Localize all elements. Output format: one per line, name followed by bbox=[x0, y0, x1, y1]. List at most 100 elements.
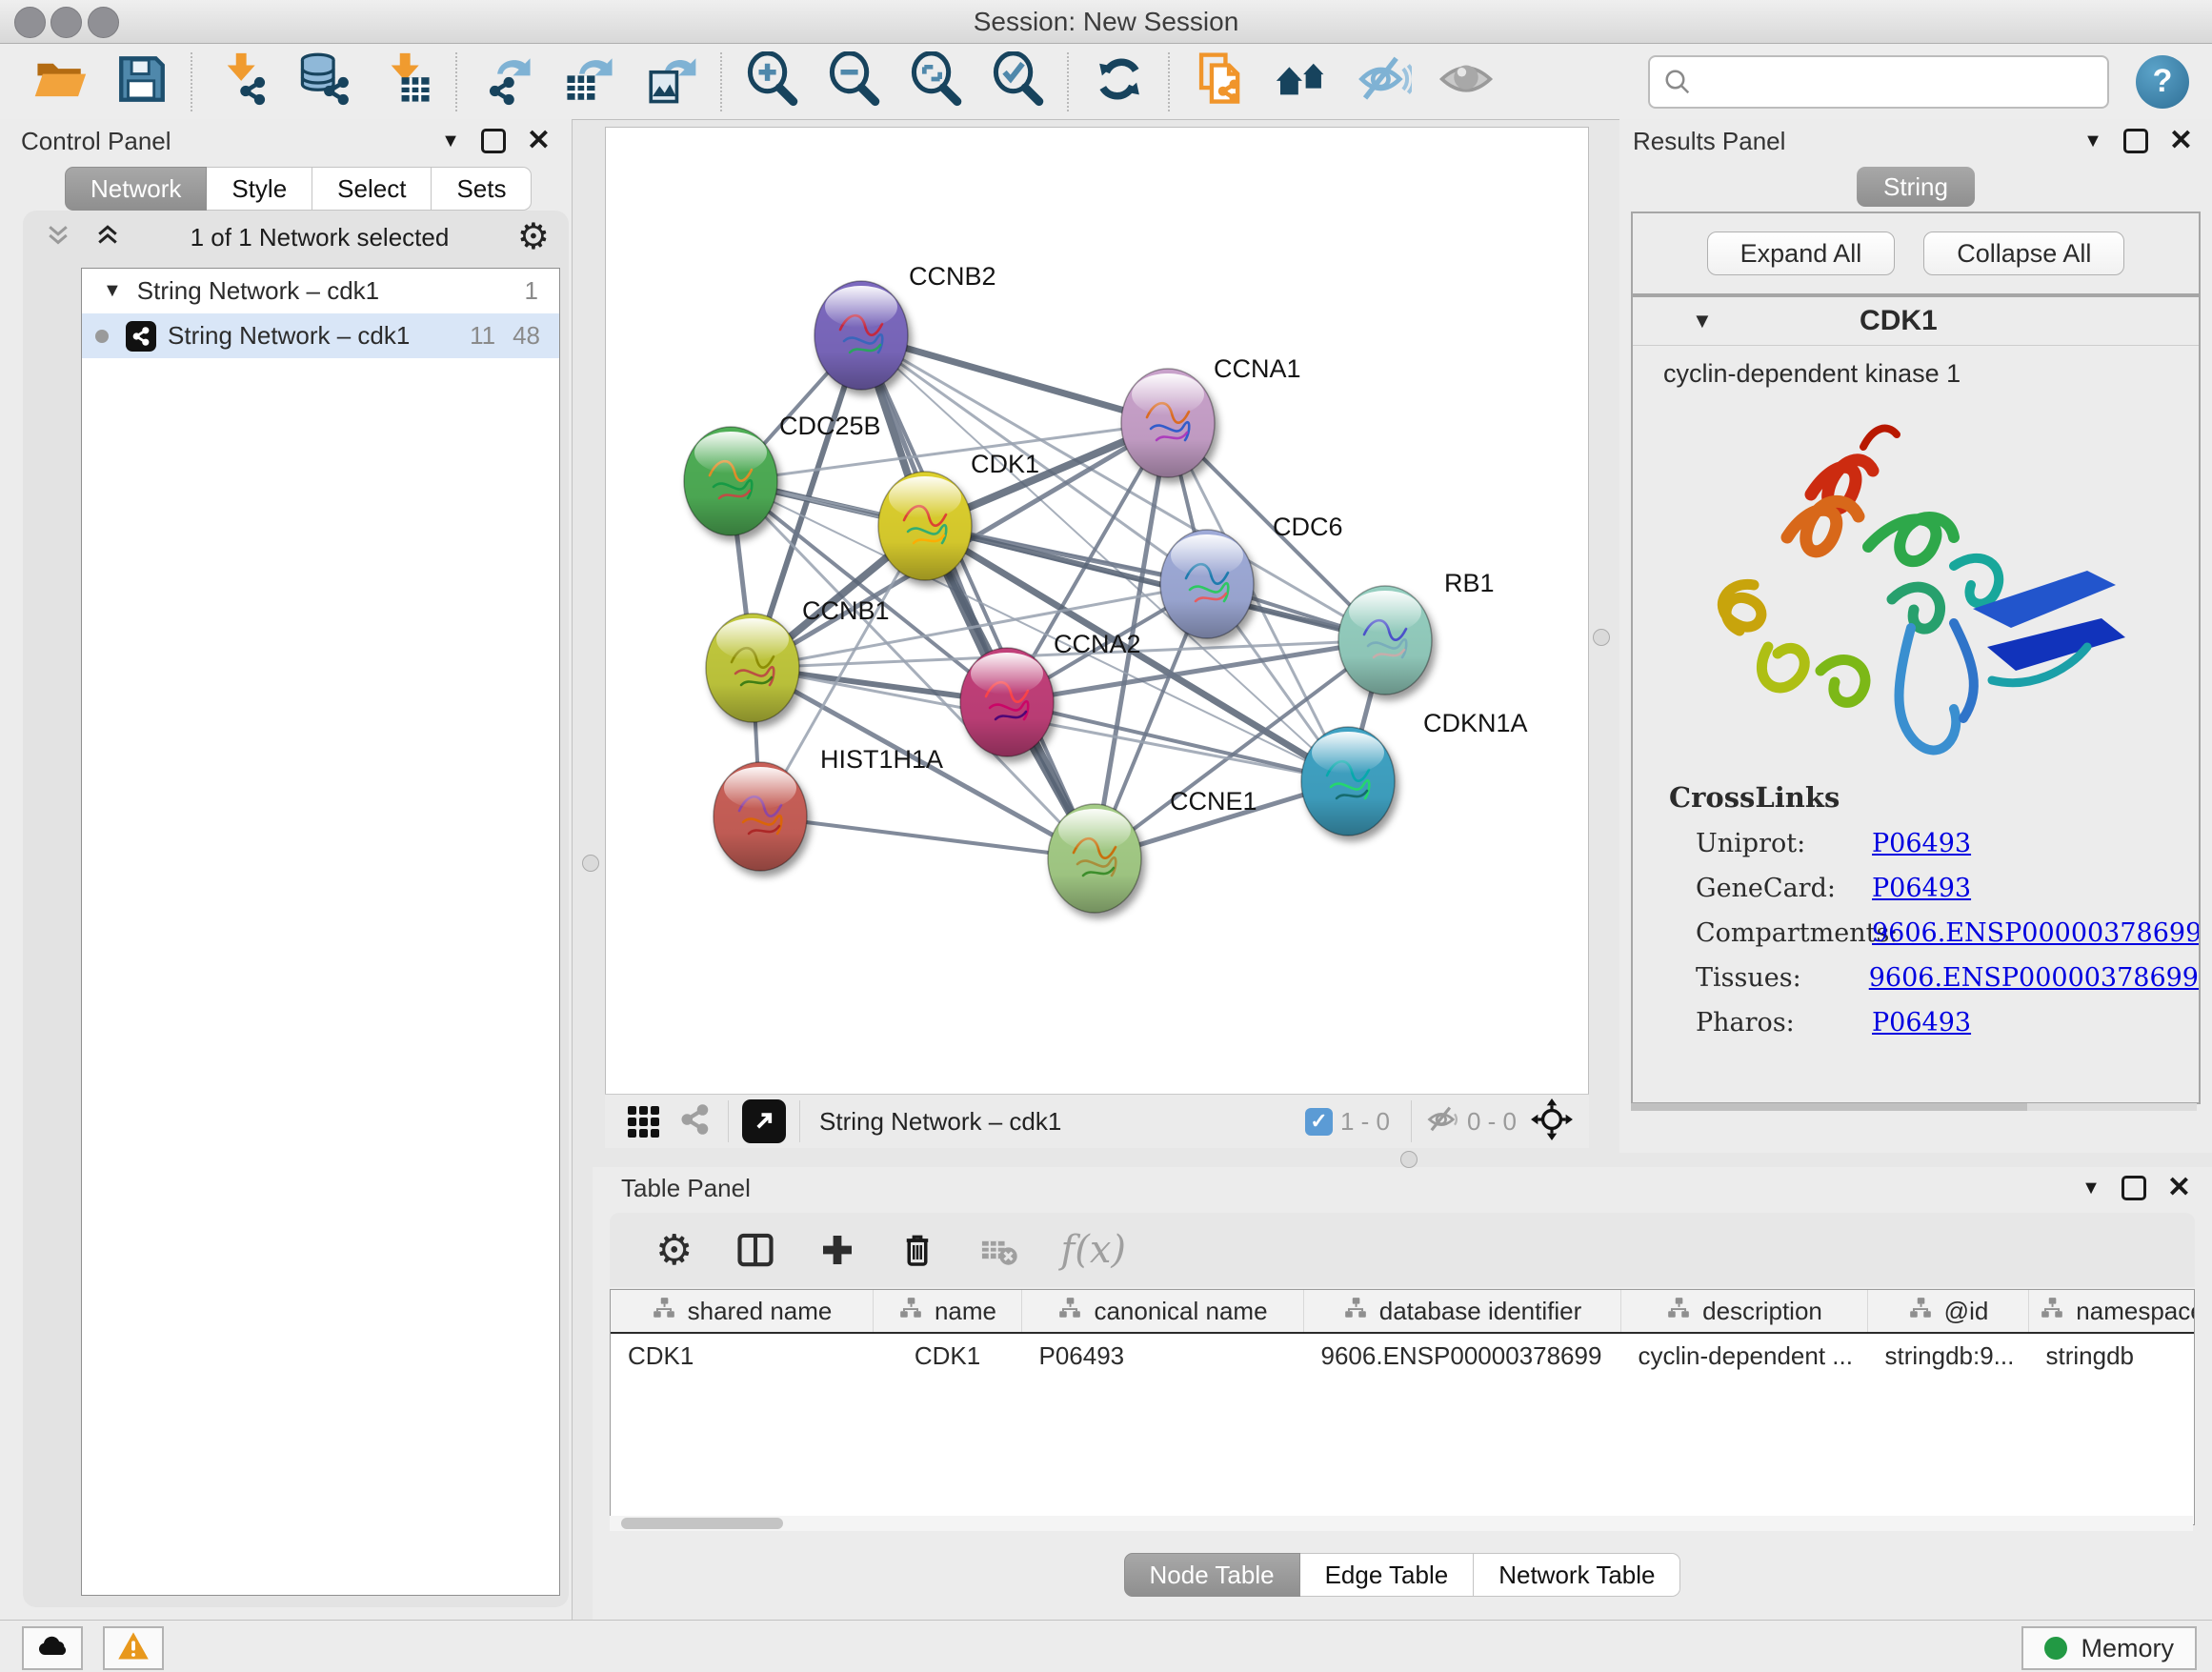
import-network-from-database-button[interactable] bbox=[284, 51, 366, 112]
node-CDK1[interactable] bbox=[878, 472, 972, 580]
node-CCNE1[interactable] bbox=[1048, 804, 1141, 913]
crosslink-link[interactable]: P06493 bbox=[1872, 1008, 1971, 1037]
network-collection-row[interactable]: ▼String Network – cdk11 bbox=[82, 269, 559, 313]
add-column-icon[interactable] bbox=[818, 1231, 856, 1269]
expand-all-networks-icon[interactable] bbox=[93, 221, 122, 254]
network-row[interactable]: String Network – cdk11148 bbox=[82, 313, 559, 358]
export-image-button[interactable] bbox=[631, 51, 713, 112]
column-header--id[interactable]: @id bbox=[1868, 1290, 2029, 1333]
panel-close-icon[interactable]: ✕ bbox=[2169, 131, 2193, 151]
node-CCNB2[interactable] bbox=[814, 281, 908, 390]
first-neighbors-button[interactable] bbox=[1261, 51, 1343, 112]
open-session-button[interactable] bbox=[19, 51, 101, 112]
left-splitter-handle[interactable] bbox=[582, 855, 599, 872]
hidden-eye-slash-icon[interactable] bbox=[1425, 1102, 1459, 1141]
clone-network-button[interactable] bbox=[1179, 51, 1261, 112]
open-in-new-window-button[interactable] bbox=[742, 1099, 786, 1143]
tab-string[interactable]: String bbox=[1857, 167, 1975, 207]
table-cell[interactable]: P06493 bbox=[1022, 1333, 1304, 1378]
panel-float-icon[interactable] bbox=[2123, 129, 2148, 153]
table-options-gear-icon[interactable]: ⚙ bbox=[655, 1226, 693, 1275]
panel-collapse-icon[interactable]: ▼ bbox=[2083, 131, 2102, 152]
table-cell[interactable]: CDK1 bbox=[874, 1333, 1022, 1378]
network-options-gear-icon[interactable]: ⚙ bbox=[517, 219, 550, 255]
search-input-box[interactable] bbox=[1648, 55, 2109, 109]
import-table-from-file-button[interactable] bbox=[366, 51, 448, 112]
save-session-button[interactable] bbox=[101, 51, 183, 112]
panel-float-icon[interactable] bbox=[2122, 1176, 2146, 1200]
table-row[interactable]: CDK1CDK1P064939606.ENSP00000378699cyclin… bbox=[611, 1333, 2195, 1378]
scrollbar-thumb[interactable] bbox=[621, 1518, 783, 1529]
crosslink-link[interactable]: 9606.ENSP00000378699 bbox=[1872, 918, 2201, 948]
hide-selected-button[interactable] bbox=[1343, 51, 1425, 112]
edge-CCNB2-CCNE1[interactable] bbox=[861, 335, 1095, 858]
panel-close-icon[interactable]: ✕ bbox=[527, 131, 551, 151]
birds-eye-view-icon[interactable] bbox=[628, 1106, 659, 1138]
tab-sets[interactable]: Sets bbox=[432, 167, 532, 211]
export-network-button[interactable] bbox=[467, 51, 549, 112]
node-CDC6[interactable] bbox=[1160, 530, 1254, 638]
export-table-button[interactable] bbox=[549, 51, 631, 112]
help-button[interactable]: ? bbox=[2136, 55, 2189, 109]
tab-select[interactable]: Select bbox=[312, 167, 432, 211]
node-CCNA2[interactable] bbox=[960, 648, 1054, 756]
panel-collapse-icon[interactable]: ▼ bbox=[441, 131, 460, 152]
column-header-name[interactable]: name bbox=[874, 1290, 1022, 1333]
panel-close-icon[interactable]: ✕ bbox=[2167, 1178, 2191, 1198]
node-HIST1H1A[interactable] bbox=[714, 762, 807, 871]
tab-node-table[interactable]: Node Table bbox=[1124, 1553, 1300, 1597]
search-input[interactable] bbox=[1699, 66, 2084, 97]
import-network-from-file-button[interactable] bbox=[202, 51, 284, 112]
column-header-canonical-name[interactable]: canonical name bbox=[1022, 1290, 1304, 1333]
results-horizontal-scrollbar[interactable] bbox=[1631, 1103, 2197, 1111]
collapse-all-networks-icon[interactable] bbox=[44, 221, 72, 254]
tab-style[interactable]: Style bbox=[207, 167, 312, 211]
node-CCNB1[interactable] bbox=[706, 614, 799, 722]
bottom-splitter-handle[interactable] bbox=[1400, 1151, 1418, 1168]
function-builder-icon[interactable]: f(x) bbox=[1060, 1228, 1126, 1272]
network-share-icon[interactable] bbox=[676, 1100, 714, 1143]
show-columns-icon[interactable] bbox=[734, 1229, 776, 1271]
tab-edge-table[interactable]: Edge Table bbox=[1300, 1553, 1475, 1597]
right-splitter-handle[interactable] bbox=[1593, 629, 1610, 646]
node-CCNA1[interactable] bbox=[1121, 369, 1215, 477]
table-cell[interactable]: CDK1 bbox=[611, 1333, 874, 1378]
zoom-selected-button[interactable] bbox=[977, 51, 1059, 112]
panel-collapse-icon[interactable]: ▼ bbox=[2081, 1178, 2101, 1199]
memory-button[interactable]: Memory bbox=[2021, 1626, 2197, 1670]
crosslink-link[interactable]: P06493 bbox=[1872, 829, 1971, 858]
table-cell[interactable]: stringdb bbox=[2029, 1333, 2196, 1378]
column-header-namespace[interactable]: namespace bbox=[2029, 1290, 2196, 1333]
delete-table-icon[interactable] bbox=[978, 1230, 1018, 1270]
pan-crosshair-icon[interactable] bbox=[1530, 1098, 1574, 1146]
table-horizontal-scrollbar[interactable] bbox=[610, 1516, 2193, 1531]
zoom-in-button[interactable] bbox=[732, 51, 814, 112]
show-all-button[interactable] bbox=[1425, 51, 1507, 112]
node-CDKN1A[interactable] bbox=[1301, 727, 1395, 836]
tab-network[interactable]: Network bbox=[65, 167, 207, 211]
network-canvas[interactable]: CCNB2CCNA1CDC25BCDK1CDC6RB1CCNB1CCNA2CDK… bbox=[605, 127, 1589, 1095]
refresh-button[interactable] bbox=[1078, 51, 1160, 112]
edge-HIST1H1A-CCNE1[interactable] bbox=[760, 816, 1095, 858]
tab-network-table[interactable]: Network Table bbox=[1474, 1553, 1680, 1597]
zoom-fit-button[interactable] bbox=[895, 51, 977, 112]
collapse-all-button[interactable]: Collapse All bbox=[1923, 232, 2124, 275]
protein-section-header[interactable]: ▼ CDK1 bbox=[1633, 297, 2199, 346]
delete-column-icon[interactable] bbox=[898, 1231, 936, 1269]
expand-all-button[interactable]: Expand All bbox=[1707, 232, 1896, 275]
table-cell[interactable]: 9606.ENSP00000378699 bbox=[1304, 1333, 1621, 1378]
table-cell[interactable]: stringdb:9... bbox=[1868, 1333, 2029, 1378]
zoom-out-button[interactable] bbox=[814, 51, 895, 112]
selected-nodes-checkbox[interactable]: ✓ bbox=[1305, 1108, 1333, 1136]
edge-CCNA2-CDKN1A[interactable] bbox=[1007, 702, 1348, 781]
chevron-down-icon[interactable]: ▼ bbox=[103, 280, 122, 302]
column-header-description[interactable]: description bbox=[1621, 1290, 1868, 1333]
crosslink-link[interactable]: 9606.ENSP00000378699 bbox=[1869, 963, 2199, 993]
warning-status-button[interactable] bbox=[103, 1626, 164, 1670]
chevron-down-icon[interactable]: ▼ bbox=[1692, 309, 1713, 333]
crosslink-link[interactable]: P06493 bbox=[1872, 874, 1971, 903]
node-CDC25B[interactable] bbox=[684, 427, 777, 535]
column-header-shared-name[interactable]: shared name bbox=[611, 1290, 874, 1333]
panel-float-icon[interactable] bbox=[481, 129, 506, 153]
column-header-database-identifier[interactable]: database identifier bbox=[1304, 1290, 1621, 1333]
